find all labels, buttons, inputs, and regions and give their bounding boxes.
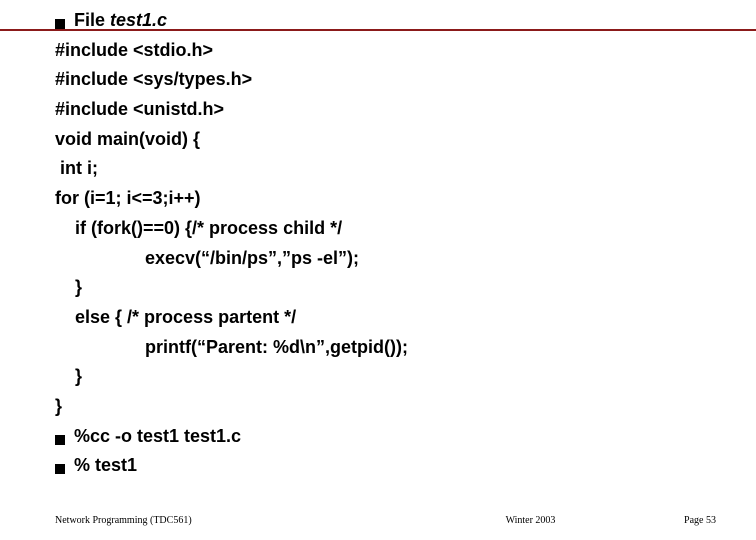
code-line: printf(“Parent: %d\n”,getpid());: [55, 333, 715, 363]
run-command-line: % test1: [55, 451, 715, 481]
slide: File test1.c #include <stdio.h> #include…: [0, 0, 756, 540]
file-heading-line: File test1.c: [55, 6, 715, 36]
code-line: }: [55, 362, 715, 392]
run-command: % test1: [74, 451, 137, 481]
bullet-icon: [55, 464, 65, 474]
code-line: void main(void) {: [55, 125, 715, 155]
slide-footer: Network Programming (TDC561) Winter 2003…: [55, 515, 716, 526]
code-line: #include <unistd.h>: [55, 95, 715, 125]
file-label: File: [74, 6, 110, 36]
bullet-icon: [55, 435, 65, 445]
code-line: }: [55, 392, 715, 422]
compile-command-line: %cc -o test1 test1.c: [55, 422, 715, 452]
code-line: for (i=1; i<=3;i++): [55, 184, 715, 214]
code-line: int i;: [55, 154, 715, 184]
bullet-icon: [55, 19, 65, 29]
code-line: execv(“/bin/ps”,”ps -el”);: [55, 244, 715, 274]
code-line: }: [55, 273, 715, 303]
code-line: #include <stdio.h>: [55, 36, 715, 66]
code-line: else { /* process partent */: [55, 303, 715, 333]
footer-right: Page 53: [684, 515, 716, 526]
footer-left: Network Programming (TDC561): [55, 515, 192, 526]
footer-center: Winter 2003: [506, 515, 556, 526]
code-line: if (fork()==0) {/* process child */: [55, 214, 715, 244]
slide-content: File test1.c #include <stdio.h> #include…: [55, 6, 715, 481]
file-name: test1.c: [110, 6, 167, 36]
compile-command: %cc -o test1 test1.c: [74, 422, 241, 452]
code-line: #include <sys/types.h>: [55, 65, 715, 95]
